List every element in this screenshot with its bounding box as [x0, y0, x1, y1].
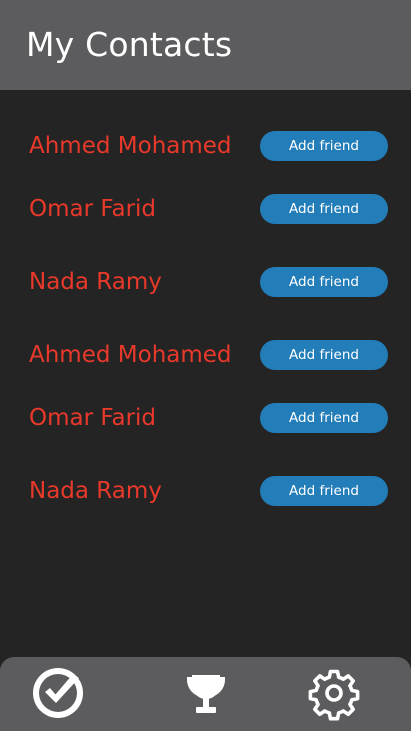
list-item: Nada Ramy Add friend: [0, 471, 411, 511]
contact-name: Nada Ramy: [29, 269, 162, 295]
add-friend-button[interactable]: Add friend: [260, 476, 388, 506]
add-friend-button[interactable]: Add friend: [260, 131, 388, 161]
list-item: Ahmed Mohamed Add friend: [0, 335, 411, 375]
gear-icon: [308, 669, 360, 721]
list-item: Omar Farid Add friend: [0, 189, 411, 229]
list-item: Ahmed Mohamed Add friend: [0, 126, 411, 166]
add-friend-button[interactable]: Add friend: [260, 403, 388, 433]
check-circle-icon: [33, 668, 83, 718]
trophy-icon: [187, 675, 225, 713]
list-item: Omar Farid Add friend: [0, 398, 411, 438]
contact-name: Omar Farid: [29, 196, 157, 222]
nav-settings-button[interactable]: [306, 665, 362, 721]
add-friend-button[interactable]: Add friend: [260, 340, 388, 370]
bottom-nav: [0, 657, 411, 731]
app-header: My Contacts: [0, 0, 411, 90]
add-friend-button[interactable]: Add friend: [260, 194, 388, 224]
page-title: My Contacts: [26, 25, 233, 64]
contact-name: Ahmed Mohamed: [29, 342, 232, 368]
list-item: Nada Ramy Add friend: [0, 262, 411, 302]
add-friend-button[interactable]: Add friend: [260, 267, 388, 297]
contact-name: Omar Farid: [29, 405, 157, 431]
contact-name: Nada Ramy: [29, 478, 162, 504]
nav-check-button[interactable]: [30, 665, 86, 721]
contact-name: Ahmed Mohamed: [29, 133, 232, 159]
nav-trophy-button[interactable]: [178, 665, 234, 721]
